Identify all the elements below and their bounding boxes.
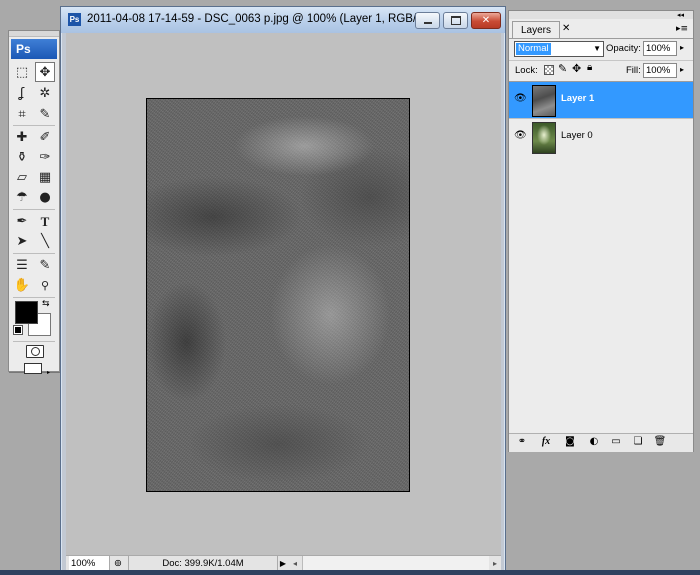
tools-panel-grip[interactable] xyxy=(9,31,59,37)
horizontal-scrollbar[interactable] xyxy=(302,556,489,571)
panel-header-divider xyxy=(509,38,693,39)
swap-colors-icon[interactable]: ⇆ xyxy=(42,299,50,309)
lock-label: Lock: xyxy=(515,65,538,76)
status-options-icon[interactable]: ⊚ xyxy=(112,556,124,571)
eyedropper-icon[interactable]: ✎ xyxy=(35,104,55,124)
rect-marquee-icon[interactable]: ⬚ xyxy=(12,62,32,82)
tools-divider xyxy=(13,209,55,210)
new-group-icon[interactable]: ▭ xyxy=(609,436,623,447)
lasso-icon[interactable]: ʆ xyxy=(12,83,32,103)
delete-layer-icon[interactable]: 🗑︎ xyxy=(653,436,667,447)
scroll-left-icon[interactable]: ◂ xyxy=(290,556,300,571)
lock-position-icon[interactable]: ✥ xyxy=(572,62,581,75)
document-image[interactable] xyxy=(146,98,410,492)
document-title: 2011-04-08 17-14-59 - DSC_0063 p.jpg @ 1… xyxy=(87,13,431,25)
quick-mask-icon[interactable] xyxy=(26,345,44,358)
blend-mode-select[interactable]: Normal ▼ xyxy=(514,41,604,57)
chevron-down-icon: ▼ xyxy=(593,44,601,53)
opacity-field[interactable]: 100% xyxy=(643,41,677,56)
minimize-icon xyxy=(423,22,432,24)
eye-icon[interactable]: 👁︎ xyxy=(514,130,527,141)
minimize-button[interactable] xyxy=(415,12,440,29)
layer-row[interactable]: 👁︎ Layer 1 xyxy=(509,82,693,118)
photoshop-logo: Ps xyxy=(11,39,57,59)
panel-divider xyxy=(509,60,693,61)
opacity-arrow-icon[interactable]: ▸ xyxy=(680,43,684,52)
adjustment-layer-icon[interactable]: ◐ xyxy=(587,436,601,447)
line-icon[interactable]: ╲ xyxy=(35,231,55,251)
ps-document-icon: Ps xyxy=(68,13,81,26)
zoom-field[interactable]: 100% xyxy=(69,556,110,571)
path-selection-icon[interactable]: ➤ xyxy=(12,231,32,251)
lock-transparent-icon[interactable] xyxy=(544,65,554,75)
healing-brush-icon[interactable]: ✚ xyxy=(12,127,32,147)
tools-panel: Ps ⬚ ✥ ʆ ✲ ⌗ ✎ ✚ ✐ ⚱ ✑ ▱ ▦ ☂ ● ✒ T ➤ ╲ ☰… xyxy=(8,30,60,376)
crop-icon[interactable]: ⌗ xyxy=(12,104,32,124)
status-bar: 100% ⊚ Doc: 399.9K/1.04M ▶ ◂ ▸ xyxy=(66,555,501,571)
new-layer-icon[interactable]: ❏ xyxy=(631,436,645,447)
layer-row[interactable]: 👁︎ Layer 0 xyxy=(509,119,693,155)
tools-divider xyxy=(13,253,55,254)
magic-wand-icon[interactable]: ✲ xyxy=(35,83,55,103)
document-window: Ps 2011-04-08 17-14-59 - DSC_0063 p.jpg … xyxy=(60,6,506,572)
tools-divider xyxy=(13,297,55,298)
dodge-icon[interactable]: ● xyxy=(35,187,55,207)
pen-icon[interactable]: ✒ xyxy=(12,211,32,231)
eraser-icon[interactable]: ▱ xyxy=(12,167,32,187)
history-brush-icon[interactable]: ✑ xyxy=(35,147,55,167)
layer-style-icon[interactable]: fx xyxy=(539,436,553,447)
move-icon[interactable]: ✥ xyxy=(35,62,55,82)
clone-stamp-icon[interactable]: ⚱ xyxy=(12,147,32,167)
layer-mask-icon[interactable]: ◙ xyxy=(563,436,577,447)
default-colors-icon[interactable] xyxy=(13,325,23,335)
maximize-icon xyxy=(450,16,461,25)
fill-label: Fill: xyxy=(626,65,641,76)
lock-all-icon[interactable]: 🔒︎ xyxy=(587,62,592,73)
layer-thumbnail xyxy=(532,122,556,154)
collapse-panel-icon[interactable]: ◂◂ xyxy=(677,11,684,19)
layer-name: Layer 0 xyxy=(561,130,593,141)
tab-close-icon[interactable]: ✕ xyxy=(562,23,570,34)
panel-menu-icon[interactable]: ▸≡ xyxy=(676,24,688,34)
gradient-icon[interactable]: ▦ xyxy=(35,167,55,187)
fill-field[interactable]: 100% xyxy=(643,63,677,78)
canvas-area[interactable] xyxy=(66,33,501,555)
layer-thumbnail xyxy=(532,85,556,117)
maximize-button[interactable] xyxy=(443,12,468,29)
blur-icon[interactable]: ☂ xyxy=(12,187,32,207)
scroll-right-icon[interactable]: ▸ xyxy=(490,556,500,571)
fill-arrow-icon[interactable]: ▸ xyxy=(680,65,684,74)
close-icon: ✕ xyxy=(481,15,491,26)
notes-icon[interactable]: ☰ xyxy=(12,255,32,275)
document-title-bar[interactable]: Ps 2011-04-08 17-14-59 - DSC_0063 p.jpg … xyxy=(61,7,505,33)
screen-mode-arrow-icon[interactable]: ▸ xyxy=(47,369,50,376)
hand-icon[interactable]: ✋ xyxy=(12,275,32,295)
zoom-icon[interactable]: ⚲ xyxy=(35,275,55,295)
eye-icon[interactable]: 👁︎ xyxy=(514,93,527,104)
tab-layers[interactable]: Layers xyxy=(512,21,560,39)
layers-panel-grip[interactable] xyxy=(509,11,693,19)
status-menu-arrow-icon[interactable]: ▶ xyxy=(278,556,288,571)
opacity-label: Opacity: xyxy=(606,43,641,54)
type-icon[interactable]: T xyxy=(35,211,55,231)
close-button[interactable]: ✕ xyxy=(471,12,501,29)
layer-name: Layer 1 xyxy=(561,93,595,104)
layers-panel: ◂◂ Layers ✕ ▸≡ Normal ▼ Opacity: 100% ▸ … xyxy=(508,10,694,452)
layers-panel-footer: ⚭ fx ◙ ◐ ▭ ❏ 🗑︎ xyxy=(509,433,693,452)
doc-size-info: Doc: 399.9K/1.04M xyxy=(128,556,278,571)
lock-pixels-icon[interactable]: ✎ xyxy=(558,62,567,75)
brush-icon[interactable]: ✐ xyxy=(35,127,55,147)
foreground-color-swatch[interactable] xyxy=(15,301,38,324)
taskbar-edge xyxy=(0,570,700,575)
color-sampler-icon[interactable]: ✎ xyxy=(35,255,55,275)
tools-divider xyxy=(13,341,55,342)
tools-divider xyxy=(13,125,55,126)
link-layers-icon[interactable]: ⚭ xyxy=(515,436,529,447)
screen-mode-icon[interactable] xyxy=(24,363,42,374)
blend-mode-value: Normal xyxy=(516,43,551,55)
